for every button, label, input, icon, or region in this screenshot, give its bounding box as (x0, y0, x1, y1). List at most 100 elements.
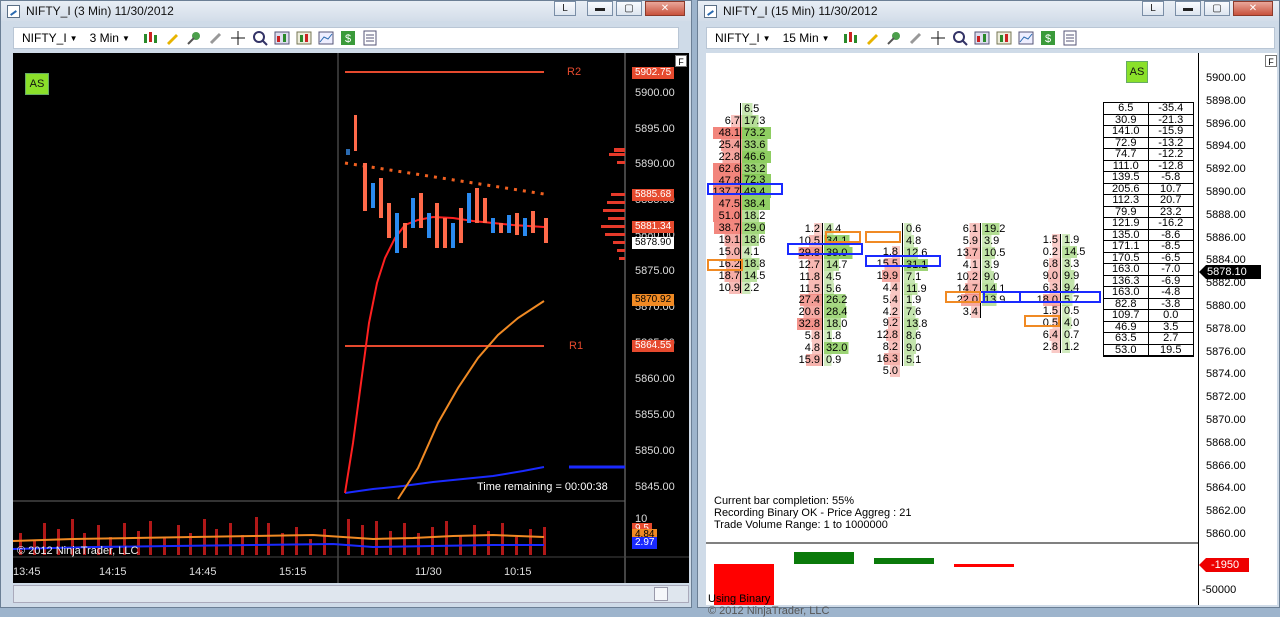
footprint-cell: 6.5 (742, 103, 778, 115)
draw-pencil-icon[interactable] (164, 30, 180, 46)
delta-cell: 3.5 (1163, 320, 1179, 333)
close-button[interactable]: ✕ (1233, 1, 1273, 16)
delta-cell: -5.8 (1161, 171, 1181, 183)
price-chart-panel[interactable]: AS F R2 R1 Time remaining = 00:00:38 © 2… (13, 53, 689, 583)
volume-cell: 109.7 (1104, 310, 1149, 321)
interval-label: 3 Min (89, 31, 119, 45)
footprint-cell: 16.3 (864, 353, 900, 366)
indicators-icon[interactable] (974, 30, 990, 46)
dollar-icon[interactable]: $ (340, 30, 356, 46)
price-tick: 5864.00 (1206, 482, 1246, 495)
footprint-cell: 33.6 (742, 138, 778, 151)
footprint-cell: 18.8 (742, 257, 778, 270)
table-row: 74.7 -12.2 (1104, 149, 1193, 161)
r1-price-tag: 5864.55 (632, 340, 675, 352)
zoom-icon[interactable] (952, 30, 968, 46)
footprint-cell: 7.6 (904, 306, 940, 319)
recording-status: Recording Binary OK - Price Aggreg : 21 (714, 507, 912, 519)
delta-cell: -6.5 (1161, 251, 1181, 264)
pin-icon[interactable] (208, 30, 224, 46)
chart-window-15min[interactable]: NIFTY_I (15 Min) 11/30/2012 L ▬ ▢ ✕ NIFT… (697, 0, 1280, 617)
footprint-cell: 14.7 (824, 258, 860, 271)
footprint-cell: 9.9 (1062, 269, 1098, 282)
footprint-cell: 0.9 (824, 353, 860, 366)
footprint-cell: 11.5 (786, 282, 822, 295)
close-price-tag: 5878.90 (632, 237, 675, 249)
bar-style-icon[interactable] (142, 30, 158, 46)
interval-selector[interactable]: 15 Min ▼ (783, 31, 830, 45)
zoom-icon[interactable] (252, 30, 268, 46)
delta-cell: -13.2 (1158, 136, 1184, 149)
horizontal-scrollbar[interactable] (13, 585, 689, 603)
close-button[interactable]: ✕ (645, 1, 685, 16)
as-button[interactable]: AS (25, 73, 49, 95)
footprint-cell: 17.3 (742, 114, 778, 127)
strategies-icon[interactable] (996, 30, 1012, 46)
moving-average-line (344, 215, 545, 494)
minimize-button[interactable]: ▬ (1175, 1, 1201, 16)
footprint-cell: 46.6 (742, 150, 778, 163)
insert-object-icon[interactable] (886, 30, 902, 46)
footprint-cell: 8.6 (904, 330, 940, 343)
insert-object-icon[interactable] (186, 30, 202, 46)
pin-icon[interactable] (908, 30, 924, 46)
volume-cell: 141.0 (1104, 126, 1149, 137)
delta-bar (954, 564, 1014, 567)
price-tick: 5898.00 (1206, 94, 1246, 107)
price-candles (346, 115, 548, 253)
strategies-icon[interactable] (296, 30, 312, 46)
footprint-cell: 32.0 (824, 342, 860, 354)
link-button[interactable]: L (1142, 1, 1164, 16)
footprint-cell: 4.4 (864, 281, 900, 294)
crosshair-icon[interactable] (930, 30, 946, 46)
footprint-cell: 14.5 (1062, 245, 1098, 258)
footprint-cell: 73.2 (742, 126, 778, 139)
instrument-selector[interactable]: NIFTY_I ▼ (715, 31, 771, 45)
bar-style-icon[interactable] (842, 30, 858, 46)
table-row: 139.5 -5.8 (1104, 172, 1193, 184)
title-bar[interactable]: NIFTY_I (3 Min) 11/30/2012 L ▬ ▢ ✕ (1, 1, 691, 21)
price-tick: 5892.00 (1206, 163, 1246, 176)
volume-cell: 135.0 (1104, 229, 1149, 240)
volume-cell: 46.9 (1104, 321, 1149, 332)
footprint-cell: 10.9 (706, 281, 742, 294)
minimize-button[interactable]: ▬ (587, 1, 613, 16)
price-tick: 5866.00 (1206, 459, 1246, 472)
footprint-cell: 6.8 (1024, 257, 1060, 270)
price-tick: 5876.00 (1206, 345, 1246, 358)
instrument-selector[interactable]: NIFTY_I ▼ (22, 31, 78, 45)
properties-icon[interactable] (1062, 30, 1078, 46)
instrument-label: NIFTY_I (22, 31, 67, 45)
footprint-cell: 3.3 (1062, 257, 1098, 270)
volume-cell: 111.0 (1104, 160, 1149, 171)
footprint-cell: 15.0 (706, 245, 742, 258)
footprint-cell: 5.0 (864, 365, 900, 377)
f-button[interactable]: F (675, 55, 687, 67)
maximize-button[interactable]: ▢ (1204, 1, 1230, 16)
footprint-cell: 4.0 (1062, 317, 1098, 330)
chevron-down-icon: ▼ (762, 33, 771, 43)
footprint-chart-panel[interactable]: F AS 6.7 48.1 25.4 22.8 62.6 47.8 137.7 47.5 51.… (706, 53, 1277, 617)
link-button[interactable]: L (554, 1, 576, 16)
volume-average-line (13, 533, 545, 542)
chart-app-icon (7, 4, 20, 18)
imbalance-highlight-box (865, 231, 901, 243)
dollar-icon[interactable]: $ (1040, 30, 1056, 46)
maximize-button[interactable]: ▢ (616, 1, 642, 16)
interval-selector[interactable]: 3 Min ▼ (90, 31, 130, 45)
footprint-cell: 10.5 (982, 246, 1018, 259)
draw-pencil-icon[interactable] (864, 30, 880, 46)
footprint-cell: 14.5 (742, 269, 778, 282)
indicators-icon[interactable] (274, 30, 290, 46)
delta-cell: 10.7 (1160, 182, 1182, 195)
scrollbar-thumb[interactable] (654, 587, 668, 601)
chart-line-icon[interactable] (318, 30, 334, 46)
crosshair-icon[interactable] (230, 30, 246, 46)
chart-window-3min[interactable]: NIFTY_I (3 Min) 11/30/2012 L ▬ ▢ ✕ NIFTY… (0, 0, 692, 608)
properties-icon[interactable] (362, 30, 378, 46)
title-bar[interactable]: NIFTY_I (15 Min) 11/30/2012 L ▬ ▢ ✕ (698, 1, 1279, 21)
footprint-cell: 9.0 (982, 270, 1018, 283)
f-button[interactable]: F (1265, 55, 1277, 67)
footprint-cell: 4.1 (944, 258, 980, 271)
chart-line-icon[interactable] (1018, 30, 1034, 46)
